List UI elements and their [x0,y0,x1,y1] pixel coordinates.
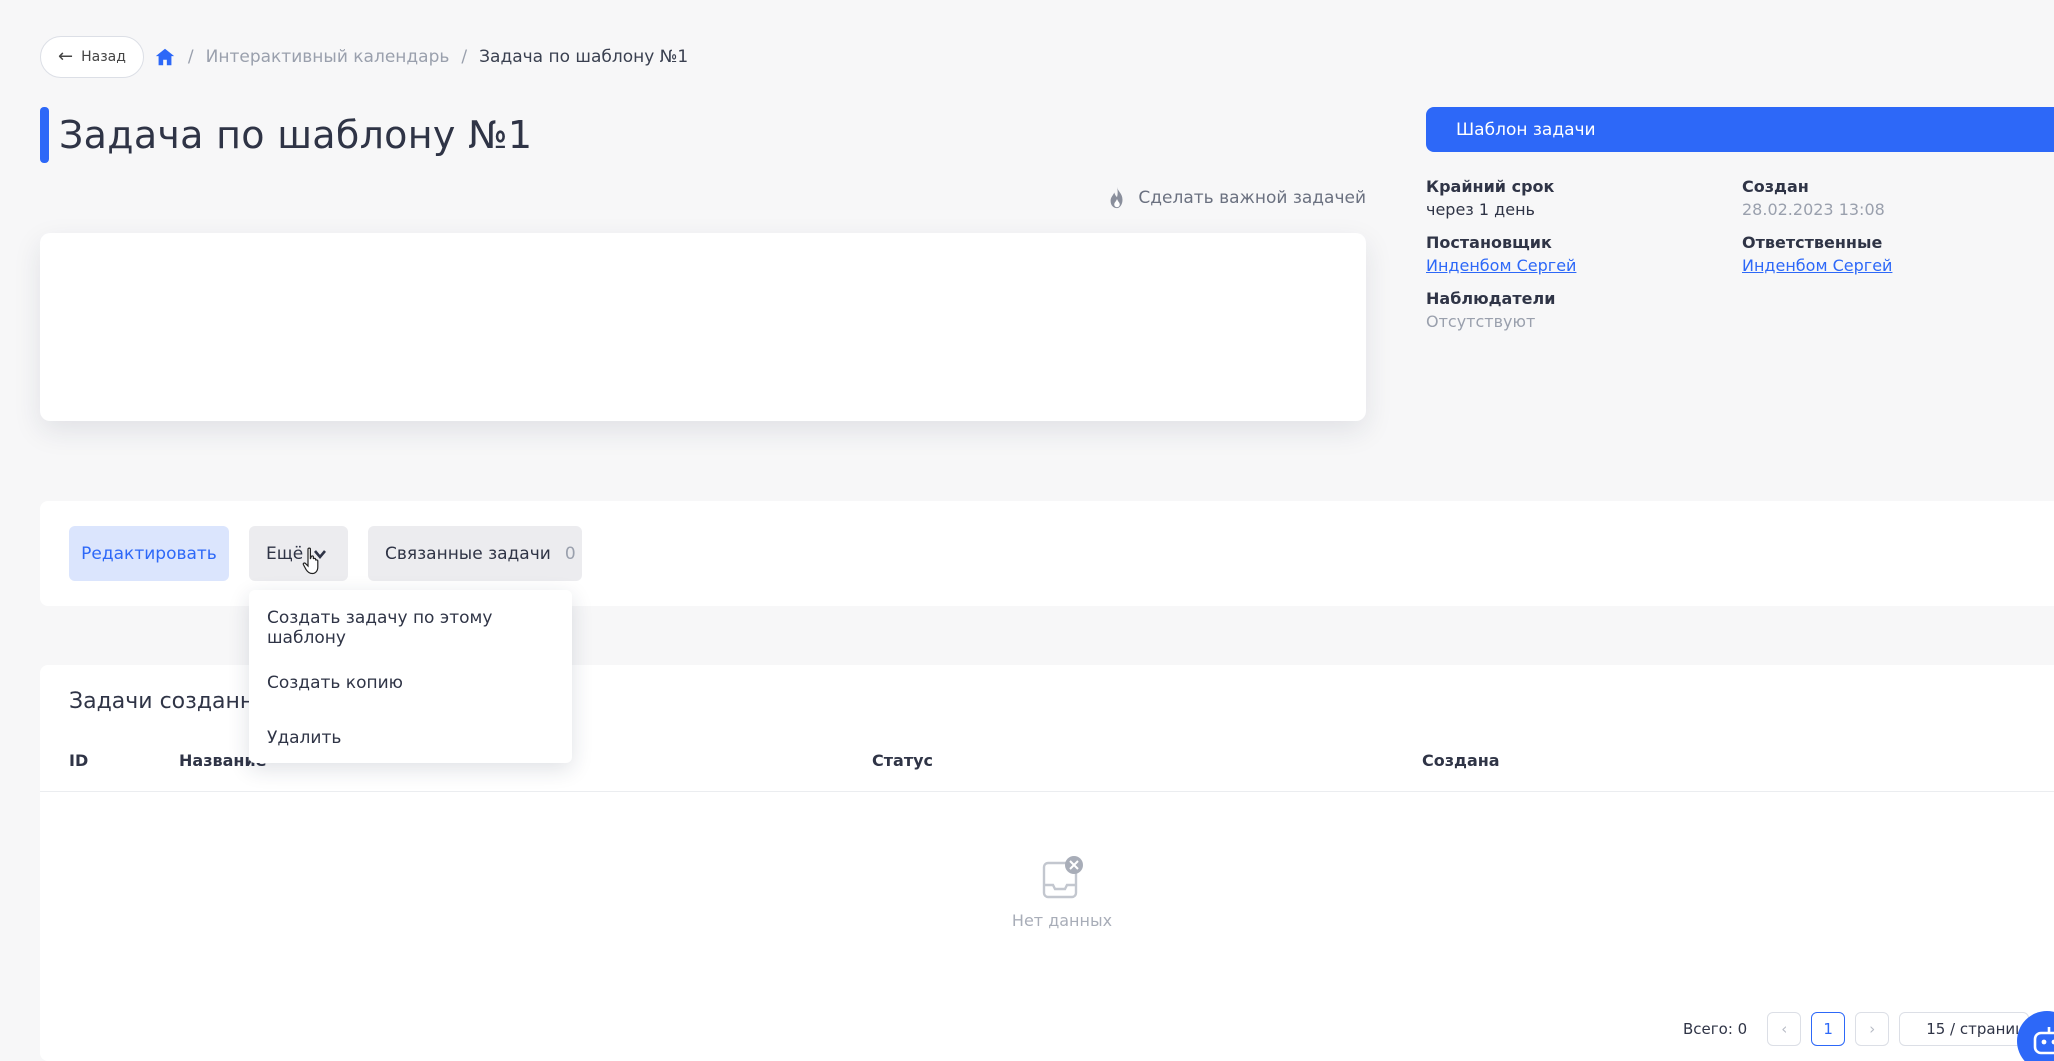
deadline-block: Крайний срок через 1 день [1426,177,1742,219]
deadline-value: через 1 день [1426,200,1535,219]
created-label: Создан [1742,177,1809,196]
hand-cursor-icon [302,547,319,575]
pagination-next-button[interactable]: › [1855,1012,1890,1046]
make-important-label: Сделать важной задачей [1138,188,1366,208]
column-header-status[interactable]: Статус [872,751,933,770]
pagination-prev-button[interactable]: ‹ [1767,1012,1802,1046]
task-template-button[interactable]: Шаблон задачи [1426,107,2054,152]
empty-inbox-icon [1042,856,1083,899]
column-header-created[interactable]: Создана [1422,751,1500,770]
responsible-block: Ответственные Инденбом Сергей [1742,233,2054,275]
menu-item-create-copy[interactable]: Создать копию [249,655,572,710]
breadcrumb-calendar-link[interactable]: Интерактивный календарь [206,47,450,67]
assigner-link[interactable]: Инденбом Сергей [1426,256,1742,275]
page-title-wrap: Задача по шаблону №1 [40,107,532,163]
assigner-block: Постановщик Инденбом Сергей [1426,233,1742,275]
more-button[interactable]: Ещё [249,526,348,581]
more-dropdown-menu: Создать задачу по этому шаблону Создать … [249,590,572,763]
related-tasks-label: Связанные задачи [385,543,551,564]
observers-value: Отсутствуют [1426,312,1536,331]
created-tasks-title: Задачи созданны [69,689,272,714]
page-title: Задача по шаблону №1 [59,113,533,157]
breadcrumb-separator: / [187,47,194,67]
empty-state-text: Нет данных [1011,911,1113,930]
created-value: 28.02.2023 13:08 [1742,200,1885,219]
column-header-id[interactable]: ID [69,751,88,770]
back-button-label: Назад [81,49,126,65]
title-accent-bar [40,107,49,163]
observers-label: Наблюдатели [1426,289,1556,308]
menu-item-delete[interactable]: Удалить [249,710,572,765]
responsible-label: Ответственные [1742,233,1883,252]
make-important-button[interactable]: Сделать важной задачей [1106,186,1366,210]
breadcrumb-separator: / [461,47,468,67]
related-tasks-button[interactable]: Связанные задачи 0 [368,526,582,581]
task-info-grid: Крайний срок через 1 день Создан 28.02.2… [1426,177,2054,331]
observers-block: Наблюдатели Отсутствуют [1426,289,1742,331]
empty-state: Нет данных [972,855,1152,930]
created-block: Создан 28.02.2023 13:08 [1742,177,2054,219]
back-button[interactable]: ← Назад [40,36,144,78]
task-description[interactable] [40,233,1366,421]
arrow-left-icon: ← [58,46,74,67]
deadline-label: Крайний срок [1426,177,1555,196]
edit-button[interactable]: Редактировать [69,526,229,581]
breadcrumb: / Интерактивный календарь / Задача по ша… [154,46,688,68]
top-nav: ← Назад / Интерактивный календарь / Зада… [40,36,688,78]
task-info-panel: Шаблон задачи Крайний срок через 1 день … [1426,107,2054,331]
pagination-total: Всего: 0 [1683,1020,1748,1038]
breadcrumb-current: Задача по шаблону №1 [479,47,689,67]
robot-icon [2033,1027,2054,1055]
related-tasks-count: 0 [564,543,576,564]
home-icon[interactable] [154,46,176,68]
flame-icon [1110,187,1123,209]
menu-item-create-from-template[interactable]: Создать задачу по этому шаблону [249,600,572,655]
pagination-page-1[interactable]: 1 [1811,1012,1846,1046]
page-size-select[interactable]: 15 / страниц [1899,1012,2030,1046]
more-button-label: Ещё [266,543,304,564]
assigner-label: Постановщик [1426,233,1552,252]
pagination: Всего: 0 ‹ 1 › 15 / страниц [1683,1012,2030,1046]
responsible-link[interactable]: Инденбом Сергей [1742,256,2054,275]
